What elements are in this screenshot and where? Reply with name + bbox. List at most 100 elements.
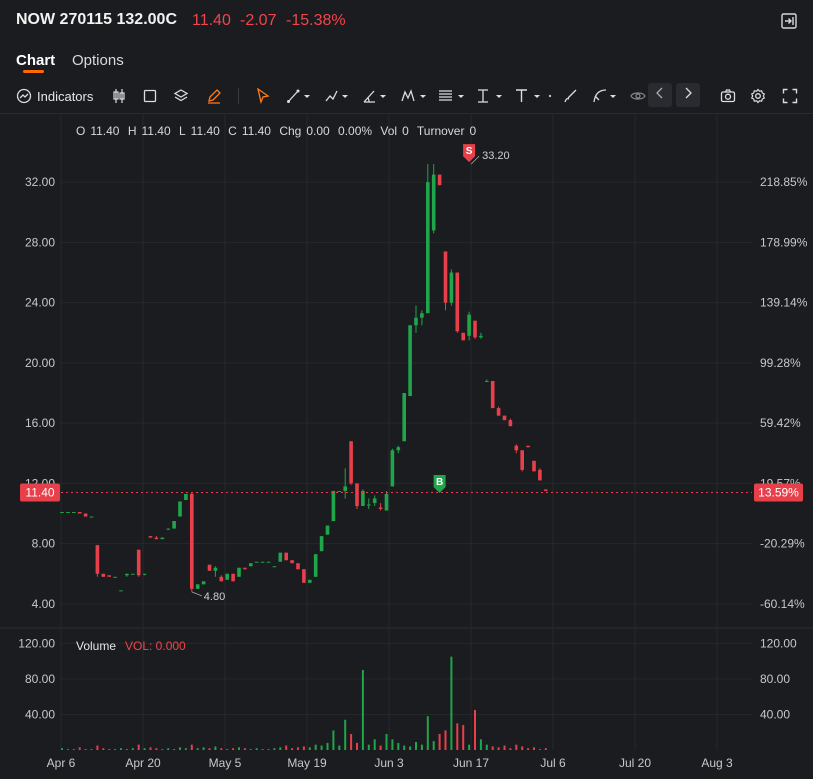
chg-label: Chg — [279, 124, 302, 138]
volume-tick-label: 40.00 — [25, 707, 55, 721]
volume-bar — [497, 747, 500, 750]
path-tool-button[interactable] — [592, 86, 618, 106]
candle-body — [77, 512, 82, 514]
rectangle-button[interactable] — [143, 86, 157, 106]
sell-marker-label: S — [466, 146, 473, 157]
scroll-left-button[interactable] — [648, 83, 672, 107]
pencil-button[interactable] — [206, 86, 222, 106]
vertical-measure-button[interactable] — [476, 86, 502, 106]
pattern-icon — [400, 88, 426, 104]
chevron-left-icon — [655, 86, 665, 104]
vol-label: Vol — [380, 124, 398, 138]
volume-bar — [361, 670, 364, 750]
volume-bar — [202, 747, 205, 750]
chart-axes: 4.00 -60.14%8.00 -20.29%12.00 19.57%16.00 59… — [18, 175, 807, 770]
y-tick-label: 8.00 — [32, 537, 56, 551]
exit-fullscreen-icon[interactable] — [780, 12, 798, 30]
candle-body — [325, 525, 330, 535]
x-tick-label: Apr 6 — [47, 756, 76, 770]
candle-body — [508, 420, 513, 427]
volume-bar — [320, 745, 323, 750]
candlestick-type-button[interactable] — [111, 86, 127, 106]
y-tick-label: 16.00 — [25, 416, 55, 430]
tab-bar: Chart Options — [0, 48, 813, 78]
tab-chart[interactable]: Chart — [16, 52, 55, 69]
tab-options[interactable]: Options — [72, 52, 124, 69]
turnover-value: 0 — [469, 124, 477, 138]
candle-body — [408, 325, 412, 397]
candle-body — [426, 182, 430, 314]
y-right-tick-label: -20.29% — [760, 537, 805, 551]
candle-body — [502, 415, 507, 421]
y-tick-label: 24.00 — [25, 296, 55, 310]
candle-body — [89, 516, 94, 518]
text-tool-button[interactable] — [514, 86, 542, 106]
volume-bar — [385, 734, 388, 750]
volume-bar — [314, 744, 317, 750]
volume-bar — [379, 745, 382, 750]
y-right-tick-label: 139.14% — [760, 296, 808, 310]
volume-bar — [66, 749, 69, 750]
candle-body — [431, 174, 436, 231]
angle-button[interactable] — [362, 86, 386, 106]
chg-percent-value: 0.00% — [338, 124, 373, 138]
volume-right-tick-label: 80.00 — [760, 672, 790, 686]
volume-bar — [438, 734, 441, 750]
volume-bar — [474, 710, 476, 750]
candle-body — [272, 566, 277, 568]
price-chart[interactable]: 4.00 -60.14%8.00 -20.29%12.00 19.57%16.00 59… — [0, 114, 813, 779]
candle-body — [243, 567, 247, 570]
candle-body — [225, 573, 229, 580]
trend-line-button[interactable] — [286, 86, 310, 106]
volume-bar — [326, 742, 329, 750]
fullscreen-icon — [782, 88, 798, 104]
horizontal-lines-button[interactable] — [438, 86, 464, 106]
candle-body — [160, 537, 165, 540]
fullscreen-button[interactable] — [782, 86, 798, 106]
volume-bar — [527, 748, 530, 750]
candle-body — [319, 536, 324, 552]
volume-bar — [220, 748, 223, 750]
screenshot-button[interactable] — [720, 86, 736, 106]
high-value: 11.40 — [141, 124, 171, 138]
candle-body — [467, 314, 471, 336]
volume-bar — [538, 749, 541, 750]
volume-bar — [373, 739, 376, 750]
volume-bar — [344, 719, 347, 750]
pattern-button[interactable] — [400, 86, 426, 106]
active-tab-indicator — [23, 70, 44, 73]
candle-body — [490, 380, 495, 409]
candle-body — [142, 573, 147, 575]
volume-bar — [356, 742, 358, 750]
toolbar-separator — [238, 88, 239, 104]
scroll-right-button[interactable] — [676, 83, 700, 107]
brush-button[interactable] — [562, 86, 578, 106]
candle-body — [302, 569, 306, 583]
close-label: C — [228, 124, 237, 138]
layers-button[interactable] — [173, 86, 189, 106]
candle-body — [66, 512, 70, 514]
candle-body — [355, 483, 359, 506]
candle-body — [284, 552, 288, 561]
indicators-button[interactable]: Indicators — [16, 86, 93, 106]
candle-body — [461, 332, 465, 341]
volume-bar — [426, 716, 429, 750]
candle-body — [443, 251, 448, 303]
volume-bars — [61, 656, 547, 750]
candle-body — [414, 317, 418, 326]
cursor-button[interactable] — [256, 86, 270, 106]
chart-grid — [0, 114, 813, 750]
candle-body — [83, 513, 88, 517]
candle-body — [231, 573, 235, 582]
volume-bar — [444, 730, 447, 750]
volume-bar — [72, 749, 75, 750]
chart-settings-button[interactable] — [750, 86, 766, 106]
volume-right-tick-label: 120.00 — [760, 636, 797, 650]
candle-body — [290, 560, 294, 564]
visibility-button[interactable] — [630, 86, 646, 106]
multi-point-line-button[interactable] — [324, 86, 348, 106]
candle-body — [396, 447, 401, 451]
candle-body — [372, 498, 377, 503]
volume-right-tick-label: 40.00 — [760, 707, 790, 721]
volume-bar — [462, 725, 465, 750]
